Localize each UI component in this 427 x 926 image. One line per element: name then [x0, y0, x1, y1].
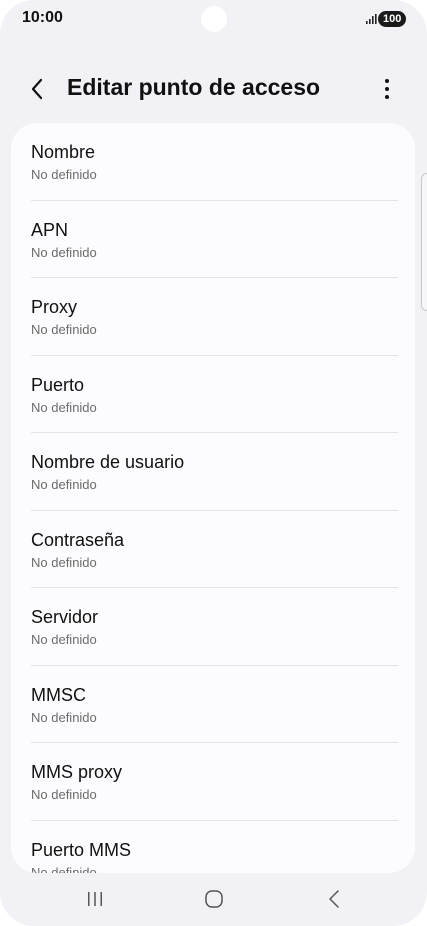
list-item-apn[interactable]: APN No definido [11, 201, 415, 278]
item-title: Servidor [31, 607, 99, 627]
app-header: Editar punto de acceso [0, 60, 427, 116]
status-bar: 10:00 100 [0, 0, 427, 40]
item-title: Contraseña [31, 529, 125, 550]
settings-list-card: Nombre No definido APN No definido Proxy… [11, 123, 415, 873]
home-icon [205, 890, 223, 908]
list-item-contrasena[interactable]: Contraseña No definido [11, 511, 415, 588]
item-value: No definido [31, 864, 97, 874]
list-item-puerto[interactable]: Puerto No definido [11, 356, 415, 433]
recents-icon [88, 892, 102, 906]
list-item-servidor[interactable]: Servidor No definido [11, 588, 415, 666]
back-button[interactable] [22, 74, 52, 104]
item-title: Nombre de usuario [31, 452, 185, 472]
item-value: No definido [31, 709, 97, 725]
recents-button[interactable] [75, 881, 115, 917]
status-time: 10:00 [22, 9, 63, 26]
signal-bars-icon [366, 14, 377, 24]
list-item-puerto-mms[interactable]: Puerto MMS No definido [11, 821, 415, 874]
item-value: No definido [31, 477, 97, 492]
list-item-nombre[interactable]: Nombre No definido [11, 123, 415, 201]
item-value: No definido [31, 399, 97, 415]
item-value: No definido [31, 244, 97, 260]
item-title: APN [31, 219, 69, 240]
item-value: No definido [31, 322, 97, 337]
item-title: Proxy [31, 297, 78, 317]
item-value: No definido [31, 787, 97, 802]
nav-back-button[interactable] [314, 881, 354, 917]
more-vertical-icon [385, 79, 389, 99]
item-title: MMSC [31, 684, 86, 705]
home-button[interactable] [194, 881, 234, 917]
list-item-proxy[interactable]: Proxy No definido [11, 278, 415, 356]
camera-cutout [201, 6, 227, 32]
chevron-left-icon [31, 78, 43, 100]
scrollbar[interactable] [421, 173, 427, 311]
item-value: No definido [31, 632, 97, 647]
item-value: No definido [31, 554, 97, 570]
item-value: No definido [31, 167, 97, 182]
more-options-button[interactable] [372, 74, 402, 104]
item-title: Nombre [31, 142, 96, 162]
battery-badge: 100 [378, 11, 407, 27]
list-item-mms-proxy[interactable]: MMS proxy No definido [11, 743, 415, 821]
item-title: Puerto [31, 374, 85, 395]
item-title: MMS proxy [31, 762, 123, 782]
list-item-mmsc[interactable]: MMSC No definido [11, 666, 415, 743]
navigation-bar [0, 873, 427, 926]
list-item-nombre-de-usuario[interactable]: Nombre de usuario No definido [11, 433, 415, 511]
phone-screen: 10:00 100 Editar punto de acceso Nombre [0, 0, 427, 926]
item-title: Puerto MMS [31, 839, 132, 860]
page-title: Editar punto de acceso [67, 74, 321, 100]
back-icon [329, 890, 339, 908]
